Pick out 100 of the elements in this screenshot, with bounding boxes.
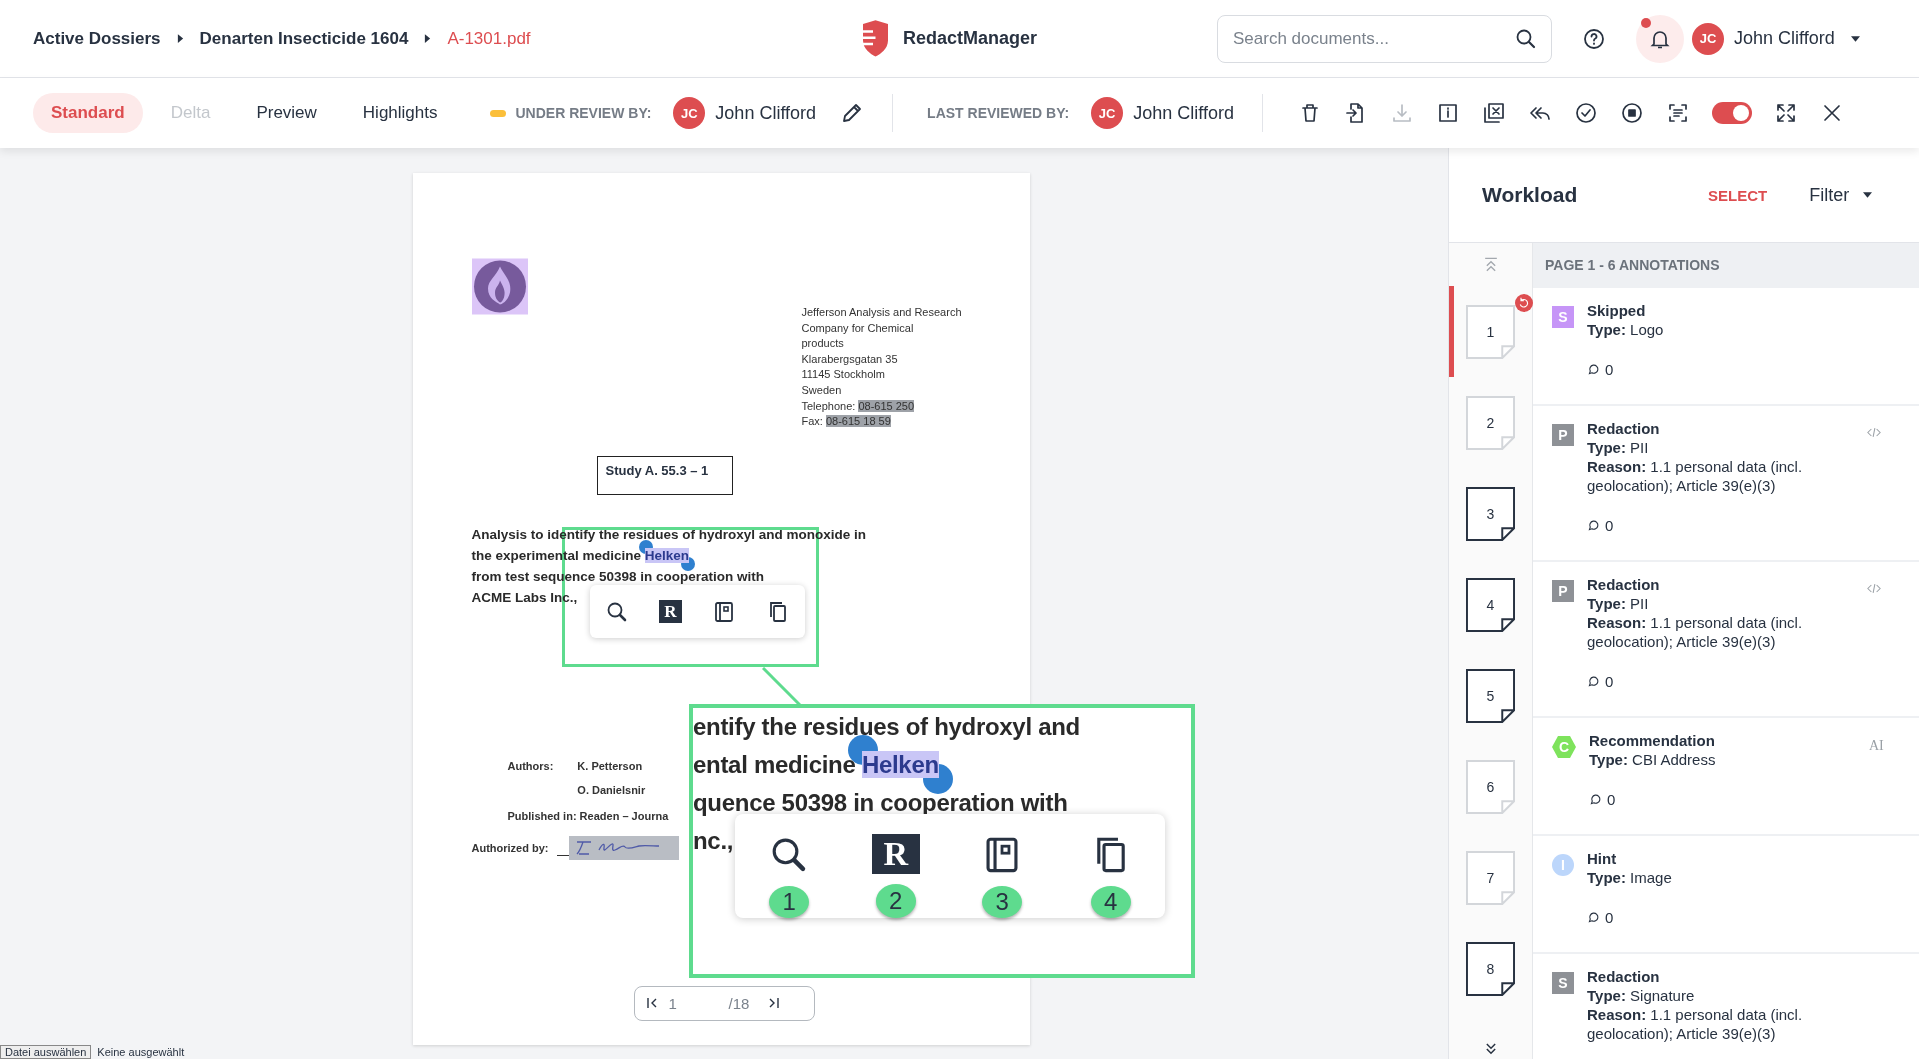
comment-count: 0 — [1607, 790, 1616, 809]
caret-icon — [176, 34, 184, 43]
comment-count: 0 — [1605, 672, 1614, 691]
annotation-reason: Reason: 1.1 personal data (incl. geolocation); Article 39(e)(3) — [1587, 457, 1804, 495]
address-line: products — [801, 336, 845, 352]
page-thumbnail[interactable]: 7 — [1466, 850, 1515, 905]
book-icon[interactable] — [712, 599, 736, 624]
contact-label: Telephone: — [801, 399, 856, 412]
reviewer-name: John Clifford — [715, 102, 817, 124]
reset-badge-icon[interactable] — [1515, 294, 1533, 312]
comment-icon[interactable] — [1587, 911, 1600, 924]
annotation-type: Type: Image — [1587, 868, 1673, 887]
check-circle-icon[interactable] — [1573, 101, 1598, 125]
redact-button[interactable]: R — [871, 834, 920, 875]
redact-button[interactable]: R — [659, 600, 682, 623]
page-thumbnail[interactable]: 8 — [1466, 941, 1515, 996]
address-line: Company for Chemical — [801, 320, 915, 336]
annotation-title: Skipped — [1587, 301, 1647, 320]
text-run: nc., — [693, 827, 734, 854]
annotation-reason: Reason: 1.1 personal data (incl. geolocation); Article 39(e)(3) — [1587, 1005, 1804, 1043]
page-thumbnail[interactable]: 4 — [1466, 577, 1515, 632]
type-badge: S — [1552, 306, 1574, 328]
toggle-switch[interactable] — [1711, 102, 1752, 124]
page-thumbnail[interactable]: 2 — [1466, 395, 1515, 450]
annotation-title: Redaction — [1587, 419, 1661, 438]
comment-icon[interactable] — [1589, 793, 1602, 806]
view-tab[interactable]: Preview — [238, 93, 335, 133]
review-label: LAST REVIEWED BY: — [927, 105, 1070, 121]
status-pill-icon — [489, 109, 506, 117]
page-thumbnail[interactable]: 5 — [1466, 668, 1515, 723]
contact-number: 08-615 250 — [858, 399, 915, 412]
contact-number: 08-615 18 59 — [825, 415, 891, 428]
review-label: UNDER REVIEW BY: — [515, 105, 652, 121]
annotation-reason: Reason: 1.1 personal data (incl. geolocation); Article 39(e)(3) — [1587, 613, 1804, 651]
notifications-button[interactable] — [1636, 14, 1684, 63]
file-status: Keine ausgewählt — [97, 1046, 185, 1058]
page-total: /18 — [728, 994, 750, 1012]
breadcrumb-link[interactable]: Active Dossiers — [33, 28, 161, 49]
filter-dropdown[interactable]: Filter — [1809, 184, 1873, 206]
page-thumbnail[interactable]: 6 — [1466, 759, 1515, 814]
reviewer-name: John Clifford — [1133, 102, 1234, 124]
annotation-title: Redaction — [1587, 967, 1661, 986]
flame-logo-icon — [471, 258, 528, 315]
search-field[interactable]: Search documents... — [1217, 14, 1552, 63]
page-thumbnail[interactable]: 3 — [1466, 486, 1515, 541]
author-name: K. Petterson — [577, 759, 644, 772]
field-label: Authorized by: — [471, 841, 549, 854]
text-run: entify the residues of hydroxyl and — [693, 713, 1080, 740]
avatar: JC — [1091, 97, 1124, 129]
text-run: ental medicine — [693, 751, 857, 778]
panel-title: Workload — [1482, 183, 1579, 207]
contact-label: Fax: — [801, 415, 823, 428]
number-badge: 3 — [982, 885, 1023, 918]
type-badge: S — [1552, 972, 1574, 994]
page-thumbnail[interactable]: 1 — [1466, 304, 1515, 359]
user-menu[interactable]: JC John Clifford — [1692, 22, 1860, 55]
field-label: Authors: — [507, 759, 554, 774]
number-badge: 2 — [875, 884, 916, 918]
address-line: 11145 Stockholm — [801, 367, 886, 383]
help-icon[interactable] — [1582, 26, 1606, 51]
app-name: RedactManager — [903, 28, 1038, 49]
avatar: JC — [1692, 22, 1724, 55]
comment-count: 0 — [1605, 360, 1614, 379]
avatar: JC — [673, 97, 706, 129]
comment-icon[interactable] — [1587, 363, 1600, 376]
breadcrumb-link[interactable]: A-1301.pdf — [447, 28, 531, 49]
type-badge: P — [1552, 580, 1574, 602]
comment-icon[interactable] — [1587, 675, 1600, 688]
number-badge: 4 — [1090, 885, 1131, 918]
dropdown-caret-icon — [1850, 35, 1860, 42]
annotation-type: Type: Signature — [1587, 986, 1696, 1005]
dropdown-caret-icon[interactable] — [1863, 192, 1873, 198]
annotation-type: Type: CBI Address — [1589, 750, 1717, 769]
comment-count: 0 — [1605, 516, 1614, 535]
address-line: Sweden — [801, 382, 843, 398]
choose-file-button[interactable]: Datei auswählen — [0, 1045, 92, 1059]
caret-icon — [424, 34, 432, 43]
breadcrumb-link[interactable]: Denarten Insecticide 1604 — [199, 28, 409, 49]
user-name: John Clifford — [1734, 28, 1835, 49]
remove-icon[interactable] — [1481, 101, 1506, 125]
annotation-type: Type: PII — [1587, 594, 1650, 613]
comment-icon[interactable] — [1587, 519, 1600, 532]
type-badge: I — [1552, 854, 1574, 876]
publication-text: Published in: Readen – Journa — [507, 809, 670, 822]
author-name: O. Danielsnir — [577, 783, 646, 796]
ai-tag: AI — [1869, 738, 1884, 753]
annotation-title: Recommendation — [1589, 731, 1716, 750]
view-tab[interactable]: Highlights — [344, 93, 456, 133]
annotation-title: Redaction — [1587, 575, 1661, 594]
type-badge: C — [1552, 736, 1576, 758]
annotation-type: Type: Logo — [1587, 320, 1665, 339]
comment-count: 0 — [1605, 908, 1614, 927]
text-run: quence 50398 in cooperation with — [693, 789, 1068, 816]
address-line: Klarabergsgatan 35 — [801, 351, 899, 367]
study-title: Study A. 55.3 – 1 — [596, 455, 733, 495]
number-badge: 1 — [769, 885, 810, 918]
type-badge: P — [1552, 424, 1574, 446]
stop-icon[interactable] — [1619, 101, 1644, 125]
select-button[interactable]: SELECT — [1708, 186, 1768, 204]
address-line: Jefferson Analysis and Research — [801, 305, 962, 320]
